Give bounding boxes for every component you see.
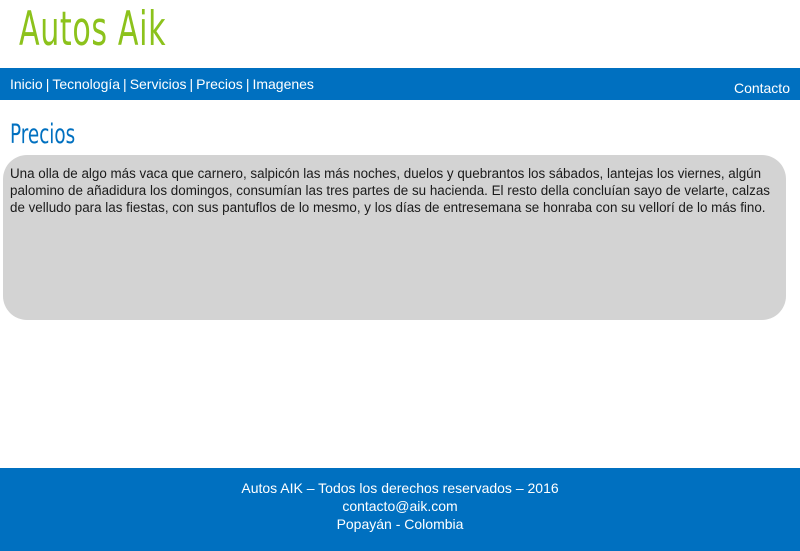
- site-logo[interactable]: Autos Aik: [19, 2, 166, 58]
- nav-link-precios[interactable]: Precios: [196, 76, 243, 92]
- content-panel: Una olla de algo más vaca que carnero, s…: [3, 155, 786, 320]
- footer-copyright: Autos AIK – Todos los derechos reservado…: [241, 480, 559, 496]
- nav-links: Inicio | Tecnología | Servicios | Precios | Imag…: [10, 76, 314, 92]
- nav-link-inicio[interactable]: Inicio: [10, 76, 43, 92]
- site-footer: Autos AIK – Todos los derechos reservado…: [0, 468, 800, 551]
- nav-separator: |: [245, 76, 250, 92]
- nav-separator: |: [45, 76, 50, 92]
- footer-location: Popayán - Colombia: [336, 516, 464, 532]
- nav-link-imagenes[interactable]: Imagenes: [252, 76, 313, 92]
- footer-email-link[interactable]: contacto@aik.com: [342, 498, 457, 514]
- page-title: Precios: [10, 119, 76, 150]
- footer-text: Autos AIK – Todos los derechos reservado…: [0, 468, 800, 533]
- nav-link-tecnologia[interactable]: Tecnología: [52, 76, 120, 92]
- footer-email-line: contacto@aik.com: [0, 497, 800, 515]
- nav-separator: |: [123, 76, 127, 92]
- content-paragraph: Una olla de algo más vaca que carnero, s…: [10, 166, 770, 215]
- page: Autos Aik Inicio | Tecnología | Servicios | Pr…: [0, 0, 800, 551]
- nav-link-contacto[interactable]: Contacto: [734, 80, 790, 96]
- nav-link-servicios[interactable]: Servicios: [130, 76, 187, 92]
- nav-separator: |: [189, 76, 194, 92]
- main-navbar: Inicio | Tecnología | Servicios | Precios | Imag…: [0, 68, 800, 100]
